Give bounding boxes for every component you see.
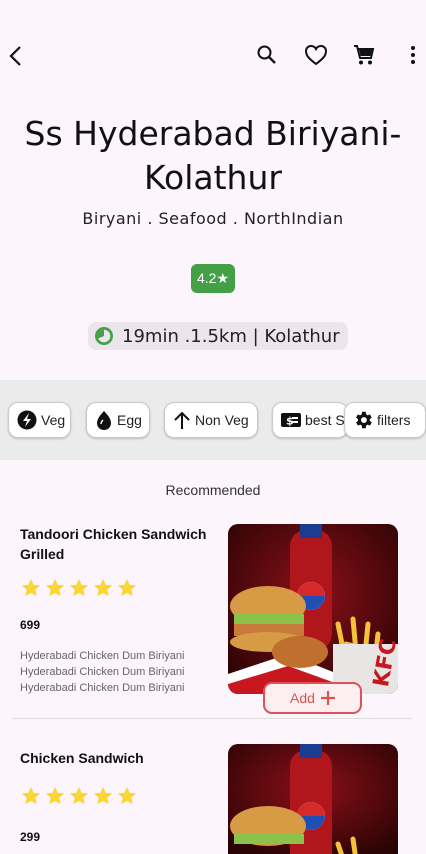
filter-bar: Veg Egg Non Veg $ best Seller filters (0, 380, 426, 460)
add-to-cart-button[interactable]: Add (263, 682, 362, 714)
price-tag-icon: $ (281, 413, 301, 428)
star-icon (93, 786, 113, 805)
more-vert-icon[interactable] (397, 39, 426, 71)
star-icon (117, 786, 137, 805)
timer-icon (95, 327, 113, 345)
filter-chip-egg[interactable]: Egg (86, 402, 150, 438)
star-icon (21, 786, 41, 805)
star-icon (117, 578, 137, 597)
item-divider (12, 718, 412, 719)
filter-chip-veg[interactable]: Veg (8, 402, 71, 438)
star-icon (93, 578, 113, 597)
star-rating (20, 785, 138, 807)
item-description: Hyderabadi Chicken Dum Biriyani Hyderaba… (20, 650, 185, 694)
delivery-info-chip: 19min .1.5km | Kolathur (88, 322, 348, 350)
filter-chip-label: Non Veg (195, 412, 249, 428)
filter-chip-label: Egg (117, 412, 142, 428)
section-title: Recommended (165, 482, 261, 498)
filter-chip-label: Veg (41, 412, 66, 428)
item-price: 299 (20, 830, 41, 844)
back-arrow-icon[interactable] (0, 40, 32, 72)
star-icon (45, 578, 65, 597)
delivery-info-text: 19min .1.5km | Kolathur (122, 325, 340, 347)
add-button-label: Add (290, 690, 315, 706)
top-app-bar (0, 0, 426, 110)
food-image[interactable] (228, 744, 398, 854)
item-name: Chicken Sandwich (20, 750, 144, 766)
filter-chip-non-veg[interactable]: Non Veg (164, 402, 258, 438)
star-icon (21, 578, 41, 597)
filter-chip-label: best Seller (305, 412, 347, 428)
filter-chip-best-seller[interactable]: $ best Seller (272, 402, 348, 438)
food-photo-illustration (228, 744, 398, 854)
filter-chip-filters[interactable]: filters (344, 402, 426, 438)
item-price: 699 (20, 618, 41, 632)
star-icon (69, 786, 89, 805)
restaurant-name: Ss Hyderabad Biriyani-Kolathur (24, 114, 402, 197)
search-icon[interactable] (251, 39, 283, 71)
star-rating (20, 577, 138, 599)
star-icon (45, 786, 65, 805)
filter-chip-label: filters (377, 412, 411, 428)
veg-leaf-icon (17, 410, 37, 430)
food-photo-illustration: KFC (228, 524, 398, 694)
cart-icon[interactable] (348, 39, 380, 71)
egg-icon (97, 411, 111, 430)
star-icon (69, 578, 89, 597)
favorite-heart-icon[interactable] (300, 39, 332, 71)
food-image[interactable]: KFC (228, 524, 398, 694)
restaurant-cuisines: Biryani . Seafood . NorthIndian (82, 209, 344, 228)
arrow-up-icon (174, 411, 190, 429)
rating-badge: 4.2★ (191, 264, 235, 293)
gear-icon (356, 411, 372, 429)
plus-icon (320, 691, 335, 705)
item-name: Tandoori Chicken Sandwich Grilled (20, 526, 207, 562)
